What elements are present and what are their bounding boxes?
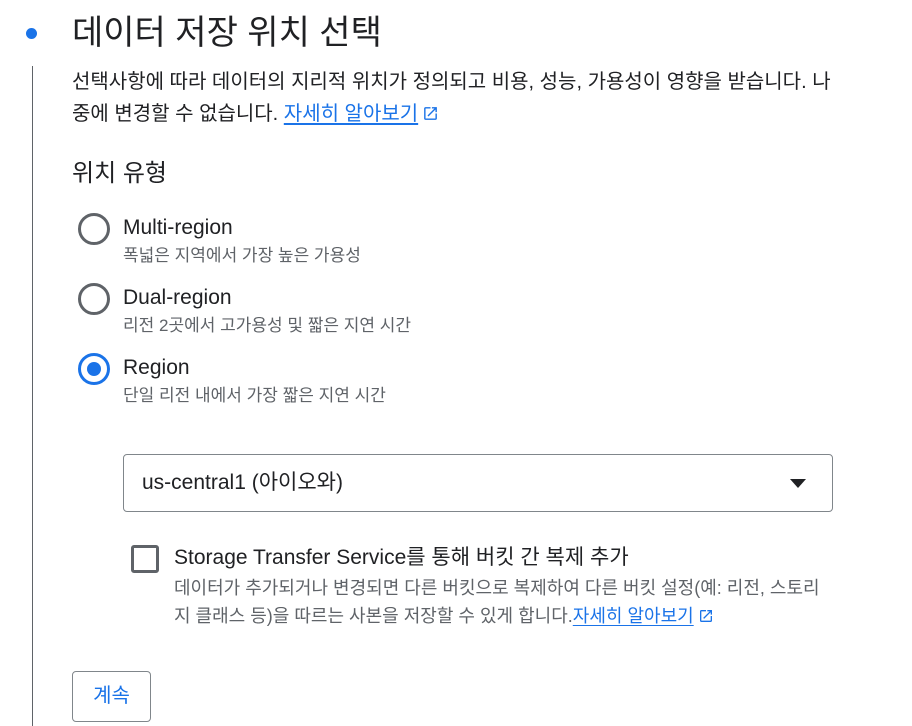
region-select-value: us-central1 (아이오와) [142,471,343,494]
learn-more-link-label: 자세히 알아보기 [283,103,419,125]
step-indicator-dot [26,28,37,39]
radio-desc-dual-region: 리전 2곳에서 고가용성 및 짧은 지연 시간 [123,316,412,335]
region-select[interactable]: us-central1 (아이오와) [123,454,833,512]
learn-more-link[interactable]: 자세히 알아보기 [284,103,418,125]
location-type-heading: 위치 유형 [72,160,167,187]
external-link-icon [698,604,714,632]
radio-label-dual-region: Dual-region [123,286,232,309]
transfer-replication-description: 데이터가 추가되거나 변경되면 다른 버킷으로 복제하여 다른 버킷 설정(예:… [174,574,834,632]
radio-desc-region: 단일 리전 내에서 가장 짧은 지연 시간 [123,386,386,405]
transfer-description-body: 데이터가 추가되거나 변경되면 다른 버킷으로 복제하여 다른 버킷 설정(예:… [174,578,820,626]
step-connector-line [32,66,33,726]
transfer-learn-more-link[interactable]: 자세히 알아보기 [573,606,694,626]
radio-button-checked[interactable] [78,353,110,385]
description-body: 선택사항에 따라 데이터의 지리적 위치가 정의되고 비용, 성능, 가용성이 … [72,71,831,125]
description-text: 선택사항에 따라 데이터의 지리적 위치가 정의되고 비용, 성능, 가용성이 … [72,66,832,132]
dropdown-arrow-icon [790,479,806,488]
radio-label-region: Region [123,356,190,379]
page-title: 데이터 저장 위치 선택 [72,14,382,52]
radio-label-multi-region: Multi-region [123,216,233,239]
transfer-replication-checkbox[interactable] [131,545,159,573]
radio-desc-multi-region: 폭넓은 지역에서 가장 높은 가용성 [123,246,361,265]
continue-button[interactable]: 계속 [72,671,151,722]
transfer-replication-label: Storage Transfer Service를 통해 버킷 간 복제 추가 [174,546,629,569]
external-link-icon [422,100,439,132]
transfer-learn-more-label: 자세히 알아보기 [572,606,694,626]
radio-button-unchecked[interactable] [78,213,110,245]
radio-button-unchecked[interactable] [78,283,110,315]
